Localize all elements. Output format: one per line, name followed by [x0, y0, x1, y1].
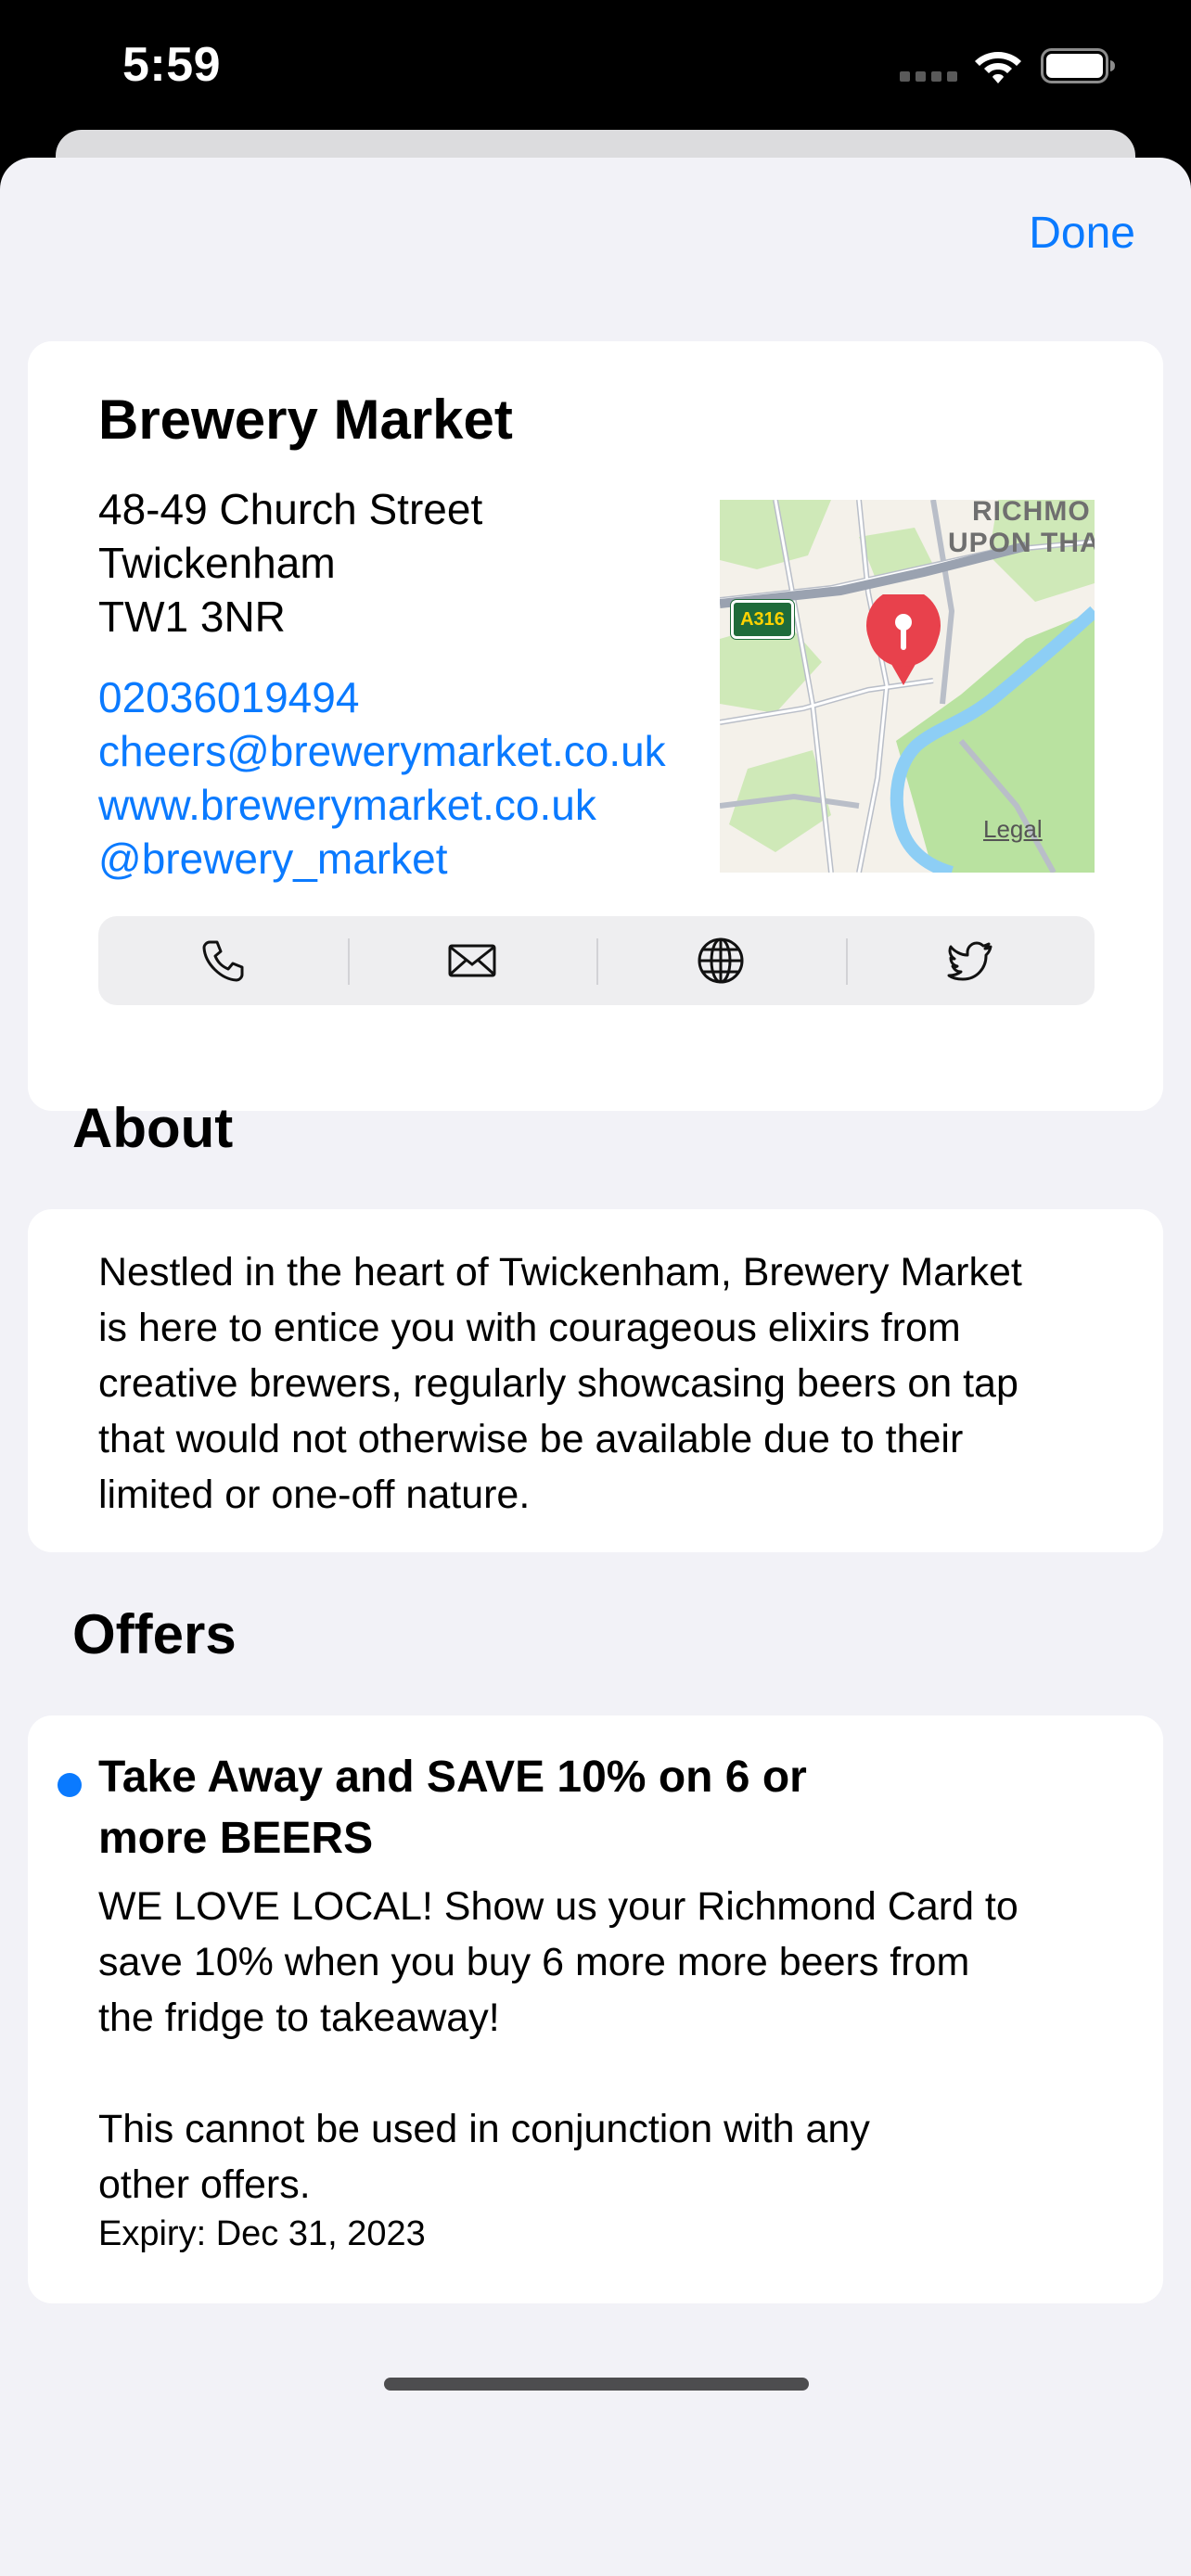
done-button[interactable]: Done [1029, 208, 1135, 259]
offer-description: WE LOVE LOCAL! Show us your Richmond Car… [98, 1879, 1018, 2213]
place-address: 48-49 Church Street Twickenham TW1 3NR [98, 482, 482, 644]
twitter-button[interactable] [845, 916, 1095, 1005]
location-map[interactable]: RICHMO UPON THA A316 Legal [720, 500, 1095, 873]
offer-body-line: save 10% when you buy 6 more more beers … [98, 1940, 970, 1984]
phone-link[interactable]: 02036019494 [98, 670, 666, 724]
call-button[interactable] [98, 916, 348, 1005]
website-link[interactable]: www.brewerymarket.co.uk [98, 778, 666, 832]
address-line: 48-49 Church Street [98, 485, 483, 533]
unread-dot-icon [58, 1773, 82, 1797]
map-legal-link[interactable]: Legal [983, 815, 1043, 844]
place-detail-sheet: Done Brewery Market 48-49 Church Street … [0, 158, 1191, 2576]
road-number-badge: A316 [731, 600, 794, 639]
twitter-icon [947, 941, 992, 981]
offer-note-line: other offers. [98, 2162, 311, 2207]
place-info-card: Brewery Market 48-49 Church Street Twick… [28, 341, 1163, 1111]
cellular-signal-icon [900, 67, 957, 82]
location-pin-icon [866, 594, 941, 685]
mail-icon [448, 944, 496, 977]
wifi-icon [975, 52, 1021, 83]
offer-title-line: Take Away and SAVE 10% on 6 or [98, 1753, 807, 1802]
offer-note-line: This cannot be used in conjunction with … [98, 2107, 870, 2151]
place-name: Brewery Market [98, 389, 513, 451]
battery-icon [1041, 48, 1115, 83]
about-heading: About [72, 1097, 234, 1159]
about-card: Nestled in the heart of Twickenham, Brew… [28, 1209, 1163, 1552]
offer-title: Take Away and SAVE 10% on 6 or more BEER… [98, 1747, 807, 1869]
status-time: 5:59 [122, 38, 222, 92]
about-line: is here to entice you with courageous el… [98, 1306, 961, 1350]
address-line: Twickenham [98, 539, 336, 587]
about-text: Nestled in the heart of Twickenham, Brew… [98, 1244, 1119, 1523]
offer-card[interactable]: Take Away and SAVE 10% on 6 or more BEER… [28, 1715, 1163, 2303]
offers-heading: Offers [72, 1603, 237, 1665]
offer-body-line: the fridge to takeaway! [98, 1996, 500, 2040]
about-line: limited or one-off nature. [98, 1473, 531, 1517]
contact-links: 02036019494 cheers@brewerymarket.co.uk w… [98, 670, 666, 886]
address-line: TW1 3NR [98, 593, 286, 641]
email-button[interactable] [347, 916, 597, 1005]
about-line: Nestled in the heart of Twickenham, Brew… [98, 1250, 1022, 1294]
twitter-link[interactable]: @brewery_market [98, 832, 666, 886]
phone-icon [202, 940, 244, 982]
map-place-label: RICHMO [972, 500, 1091, 527]
globe-icon [698, 937, 744, 984]
status-bar: 5:59 [0, 0, 1191, 139]
offer-title-line: more BEERS [98, 1814, 374, 1863]
email-link[interactable]: cheers@brewerymarket.co.uk [98, 724, 666, 778]
map-place-label: UPON THA [948, 528, 1095, 558]
about-line: that would not otherwise be available du… [98, 1417, 964, 1461]
contact-action-bar [98, 916, 1095, 1005]
about-line: creative brewers, regularly showcasing b… [98, 1361, 1018, 1406]
website-button[interactable] [596, 916, 846, 1005]
offer-expiry: Expiry: Dec 31, 2023 [98, 2214, 426, 2253]
offer-body-line: WE LOVE LOCAL! Show us your Richmond Car… [98, 1884, 1018, 1929]
home-indicator[interactable] [384, 2378, 809, 2391]
